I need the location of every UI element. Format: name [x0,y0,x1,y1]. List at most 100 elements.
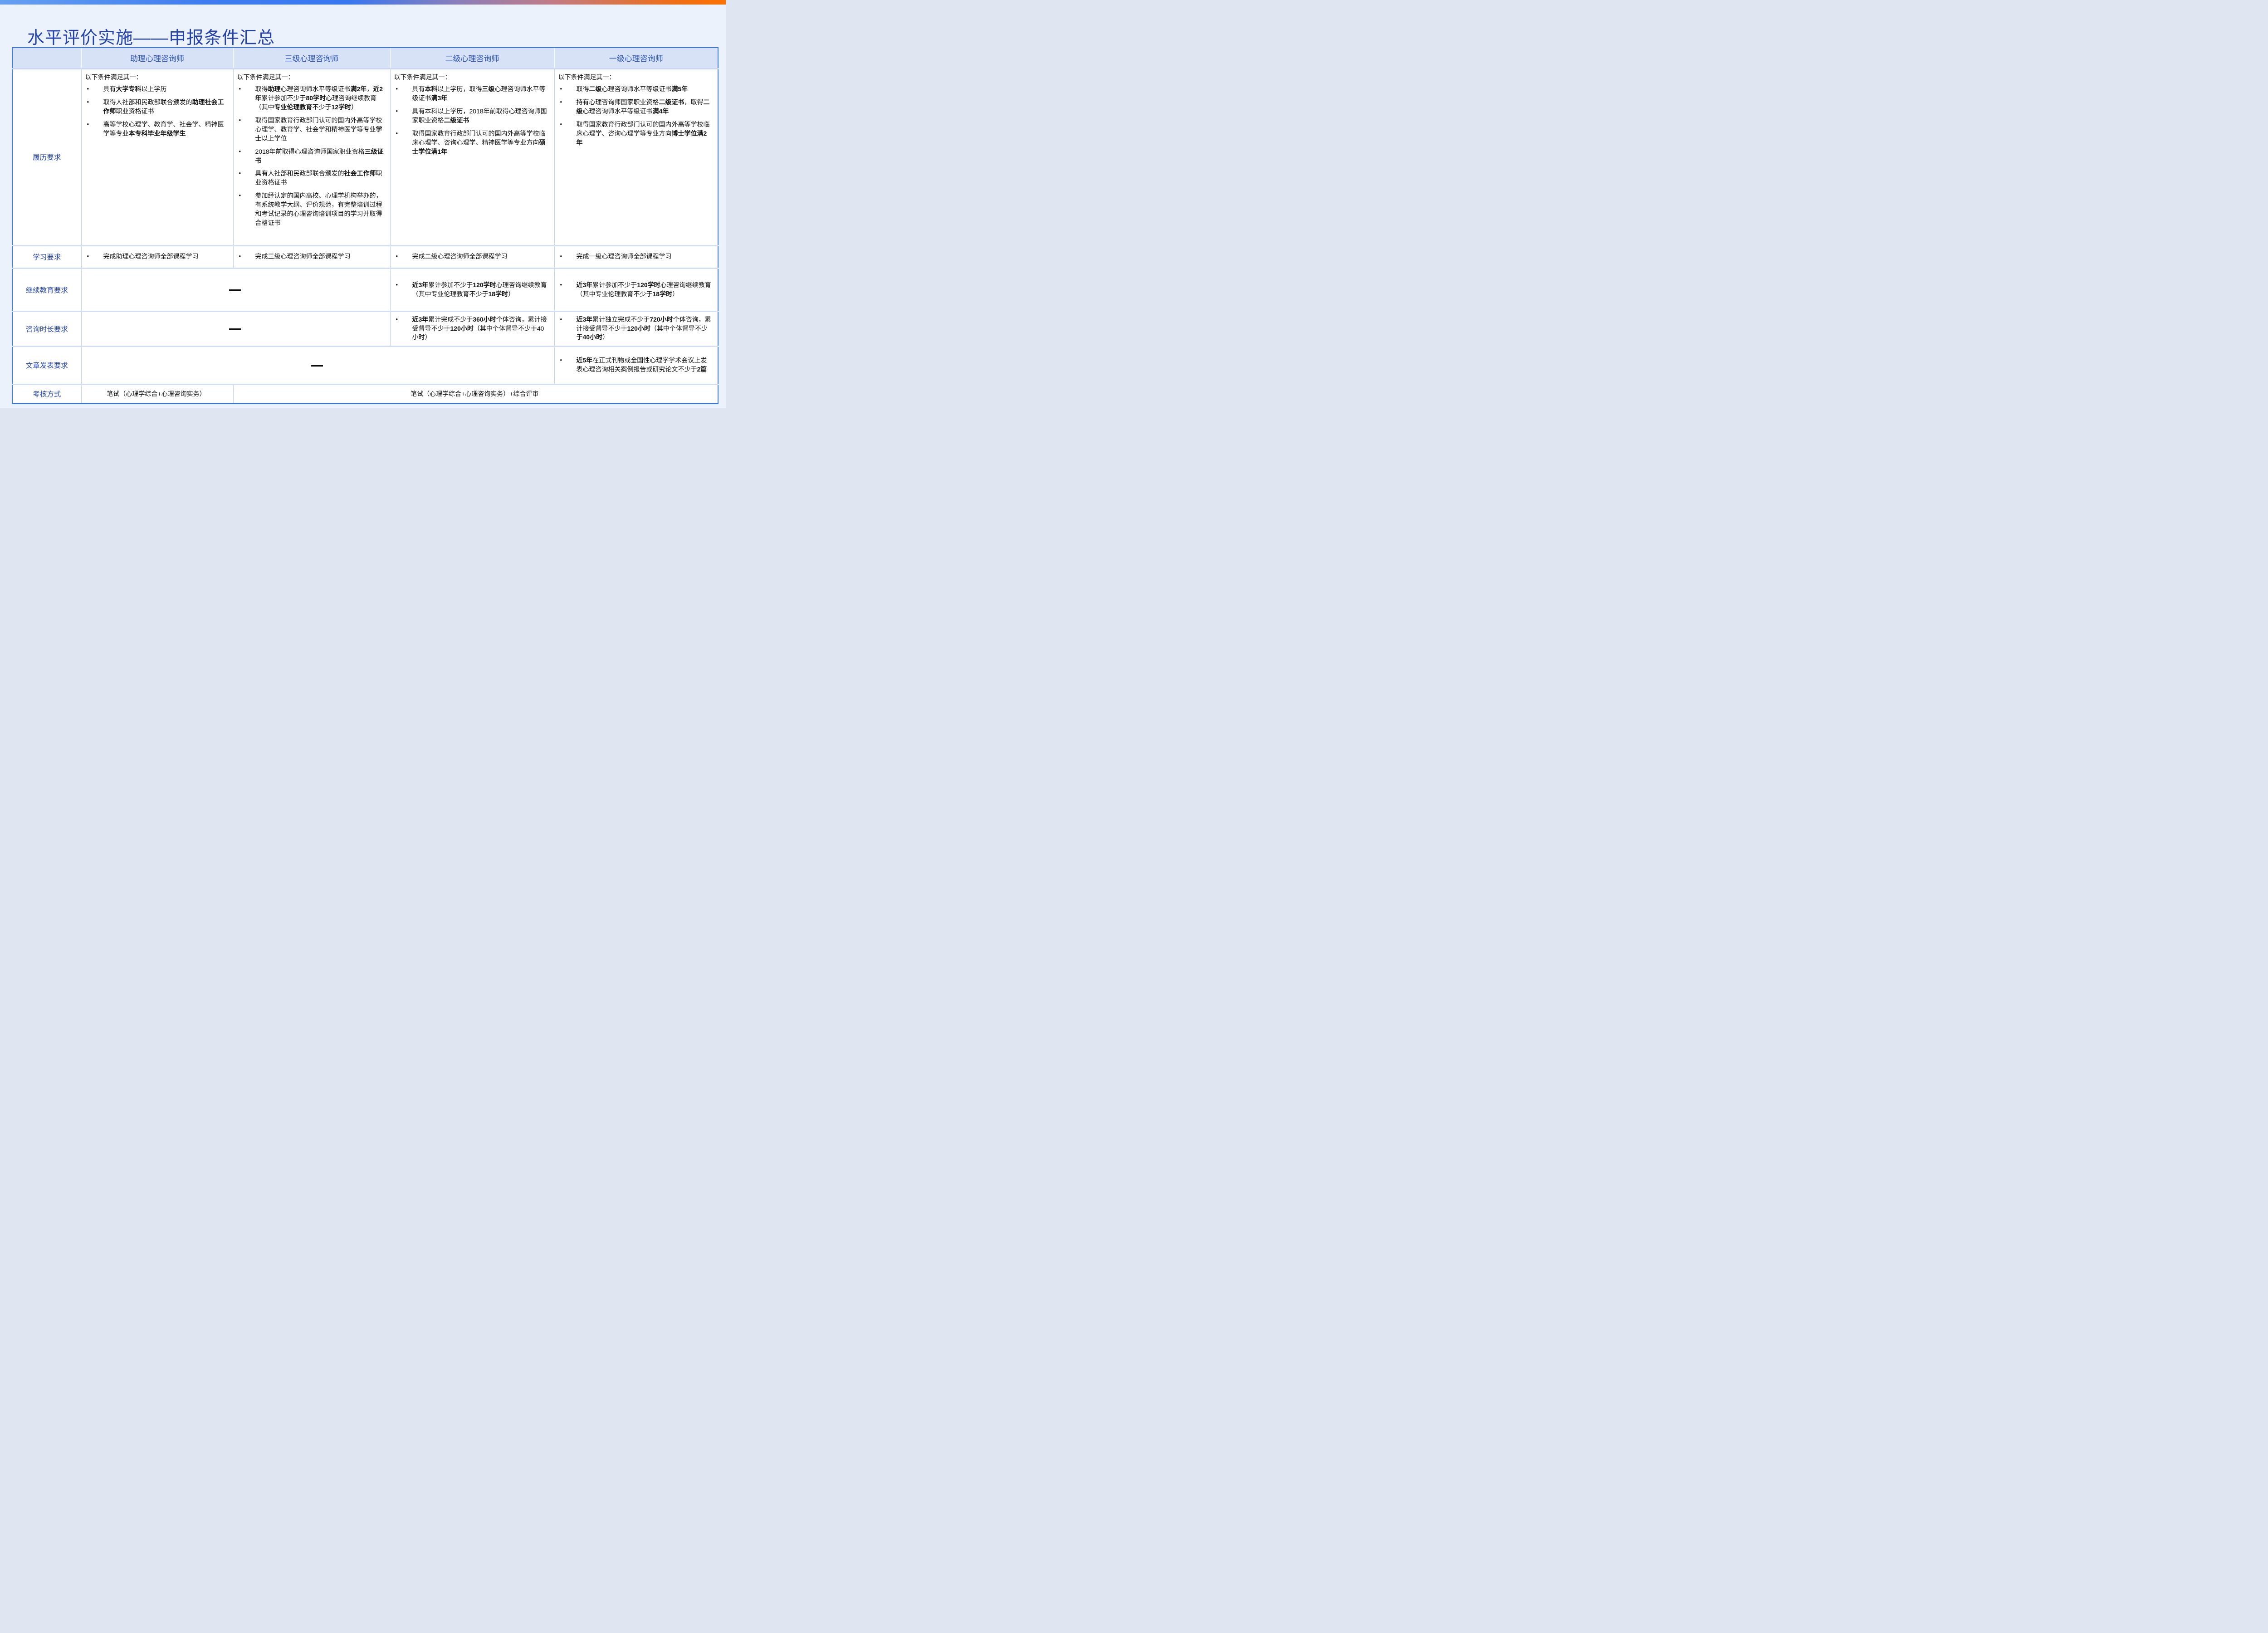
bullet-item: •取得助理心理咨询师水平等级证书满2年，近2年累计参加不少于80学时心理咨询继续… [236,85,386,112]
cell-intro: 以下条件满足其一： [394,73,550,82]
table-cell: 笔试（心理学综合+心理咨询实务） [81,384,233,403]
bullet-item: •取得二级心理咨询师水平等级证书满5年 [557,85,714,94]
bullet-marker-icon: • [557,120,577,147]
bullet-item: •近3年累计参加不少于120学时心理咨询继续教育（其中专业伦理教育不少于18学时… [393,281,550,299]
requirements-table: 助理心理咨询师三级心理咨询师二级心理咨询师一级心理咨询师 履历要求以下条件满足其… [12,47,719,404]
bullet-marker-icon: • [393,252,412,261]
bullet-item: •完成助理心理咨询师全部课程学习 [84,252,229,261]
table-cell: •近3年累计完成不少于360小时个体咨询，累计接受督导不少于120小时（其中个体… [390,311,554,346]
bullet-marker-icon: • [393,281,412,299]
row-label: 考核方式 [12,384,81,403]
bullet-item: •参加经认定的国内高校、心理学机构举办的，有系统教学大纲、评价规范，有完整培训过… [236,191,386,228]
bullet-item: •具有大学专科以上学历 [84,85,229,94]
table-cell [81,311,390,346]
page-title: 水平评价实施——申报条件汇总 [27,29,275,49]
bullet-marker-icon: • [557,356,577,374]
row-label: 履历要求 [12,68,81,245]
column-header: 助理心理咨询师 [81,48,233,68]
cell-intro: 以下条件满足其一： [85,73,229,82]
bullet-text: 具有本科以上学历，取得三级心理咨询师水平等级证书满3年 [412,85,550,103]
table-header-row: 助理心理咨询师三级心理咨询师二级心理咨询师一级心理咨询师 [12,48,718,68]
dash-placeholder [229,289,241,291]
table-cell [81,268,390,311]
row-label: 文章发表要求 [12,346,81,384]
bullet-marker-icon: • [393,85,412,103]
bullet-text: 取得国家教育行政部门认可的国内外高等学校临床心理学、咨询心理学等专业方向博士学位… [577,120,714,147]
bullet-text: 取得人社部和民政部联合颁发的助理社会工作师职业资格证书 [103,98,229,116]
bullet-marker-icon: • [236,116,255,143]
bullet-text: 具有人社部和民政部联合颁发的社会工作师职业资格证书 [255,169,386,187]
table-body: 履历要求以下条件满足其一：•具有大学专科以上学历•取得人社部和民政部联合颁发的助… [12,68,718,403]
bullet-text: 取得二级心理咨询师水平等级证书满5年 [577,85,714,94]
bullet-marker-icon: • [393,107,412,125]
table-cell: 以下条件满足其一：•具有大学专科以上学历•取得人社部和民政部联合颁发的助理社会工… [81,68,233,245]
bullet-item: •持有心理咨询师国家职业资格二级证书，取得二级心理咨询师水平等级证书满4年 [557,98,714,116]
bullet-text: 完成一级心理咨询师全部课程学习 [577,252,714,261]
bullet-item: •高等学校心理学、教育学、社会学、精神医学等专业本专科毕业年级学生 [84,120,229,138]
bullet-item: •取得国家教育行政部门认可的国内外高等学校临床心理学、咨询心理学等专业方向博士学… [557,120,714,147]
bullet-text: 取得国家教育行政部门认可的国内外高等学校临床心理学、咨询心理学、精神医学等专业方… [412,129,550,156]
table-cell: •近5年在正式刊物或全国性心理学学术会议上发表心理咨询相关案例报告或研究论文不少… [554,346,718,384]
table-cell: •完成助理心理咨询师全部课程学习 [81,245,233,268]
bullet-marker-icon: • [84,120,103,138]
bullet-item: •完成二级心理咨询师全部课程学习 [393,252,550,261]
table-cell: 以下条件满足其一：•取得二级心理咨询师水平等级证书满5年•持有心理咨询师国家职业… [554,68,718,245]
bullet-marker-icon: • [84,252,103,261]
bullet-marker-icon: • [84,85,103,94]
table-cell: •完成二级心理咨询师全部课程学习 [390,245,554,268]
bullet-item: •近3年累计完成不少于360小时个体咨询，累计接受督导不少于120小时（其中个体… [393,315,550,342]
dash-placeholder [229,328,241,330]
table-cell [81,346,554,384]
bullet-text: 完成二级心理咨询师全部课程学习 [412,252,550,261]
bullet-item: •完成一级心理咨询师全部课程学习 [557,252,714,261]
bullet-text: 2018年前取得心理咨询师国家职业资格三级证书 [255,147,386,166]
row-label: 学习要求 [12,245,81,268]
bullet-text: 近5年在正式刊物或全国性心理学学术会议上发表心理咨询相关案例报告或研究论文不少于… [577,356,714,374]
table-cell: 以下条件满足其一：•具有本科以上学历，取得三级心理咨询师水平等级证书满3年•具有… [390,68,554,245]
column-header: 三级心理咨询师 [233,48,390,68]
row-label: 继续教育要求 [12,268,81,311]
bullet-marker-icon: • [84,98,103,116]
bullet-text: 完成助理心理咨询师全部课程学习 [103,252,229,261]
top-gradient-bar [0,0,726,5]
bullet-text: 取得国家教育行政部门认可的国内外高等学校心理学、教育学、社会学和精神医学等专业学… [255,116,386,143]
bullet-item: •取得国家教育行政部门认可的国内外高等学校临床心理学、咨询心理学、精神医学等专业… [393,129,550,156]
column-header: 一级心理咨询师 [554,48,718,68]
bullet-text: 具有本科以上学历，2018年前取得心理咨询师国家职业资格二级证书 [412,107,550,125]
dash-placeholder [311,365,323,367]
bullet-marker-icon: • [393,129,412,156]
table-cell: 以下条件满足其一：•取得助理心理咨询师水平等级证书满2年，近2年累计参加不少于8… [233,68,390,245]
column-header: 二级心理咨询师 [390,48,554,68]
row-label: 咨询时长要求 [12,311,81,346]
table-cell: •近3年累计参加不少于120学时心理咨询继续教育（其中专业伦理教育不少于18学时… [554,268,718,311]
bullet-text: 近3年累计独立完成不少于720小时个体咨询，累计接受督导不少于120小时（其中个… [577,315,714,342]
bullet-item: •取得国家教育行政部门认可的国内外高等学校心理学、教育学、社会学和精神医学等专业… [236,116,386,143]
bullet-text: 参加经认定的国内高校、心理学机构举办的，有系统教学大纲、评价规范，有完整培训过程… [255,191,386,228]
table-cell: 笔试（心理学综合+心理咨询实务）+综合评审 [233,384,718,403]
bullet-marker-icon: • [393,315,412,342]
bullet-item: •近3年累计独立完成不少于720小时个体咨询，累计接受督导不少于120小时（其中… [557,315,714,342]
bullet-text: 具有大学专科以上学历 [103,85,229,94]
bullet-text: 近3年累计参加不少于120学时心理咨询继续教育（其中专业伦理教育不少于18学时） [577,281,714,299]
table-cell: •近3年累计参加不少于120学时心理咨询继续教育（其中专业伦理教育不少于18学时… [390,268,554,311]
bullet-marker-icon: • [557,252,577,261]
bullet-text: 持有心理咨询师国家职业资格二级证书，取得二级心理咨询师水平等级证书满4年 [577,98,714,116]
bullet-text: 近3年累计参加不少于120学时心理咨询继续教育（其中专业伦理教育不少于18学时） [412,281,550,299]
bullet-text: 近3年累计完成不少于360小时个体咨询，累计接受督导不少于120小时（其中个体督… [412,315,550,342]
bullet-text: 高等学校心理学、教育学、社会学、精神医学等专业本专科毕业年级学生 [103,120,229,138]
bullet-item: •具有本科以上学历，2018年前取得心理咨询师国家职业资格二级证书 [393,107,550,125]
bullet-text: 完成三级心理咨询师全部课程学习 [255,252,386,261]
bullet-item: •具有人社部和民政部联合颁发的社会工作师职业资格证书 [236,169,386,187]
bullet-item: •2018年前取得心理咨询师国家职业资格三级证书 [236,147,386,166]
bullet-item: •近5年在正式刊物或全国性心理学学术会议上发表心理咨询相关案例报告或研究论文不少… [557,356,714,374]
bullet-marker-icon: • [557,315,577,342]
bullet-marker-icon: • [557,98,577,116]
bullet-marker-icon: • [236,147,255,166]
bullet-item: •近3年累计参加不少于120学时心理咨询继续教育（其中专业伦理教育不少于18学时… [557,281,714,299]
bullet-text: 取得助理心理咨询师水平等级证书满2年，近2年累计参加不少于80学时心理咨询继续教… [255,85,386,112]
table-cell: •近3年累计独立完成不少于720小时个体咨询，累计接受督导不少于120小时（其中… [554,311,718,346]
bullet-marker-icon: • [557,281,577,299]
table-cell: •完成一级心理咨询师全部课程学习 [554,245,718,268]
cell-intro: 以下条件满足其一： [558,73,714,82]
bullet-item: •取得人社部和民政部联合颁发的助理社会工作师职业资格证书 [84,98,229,116]
